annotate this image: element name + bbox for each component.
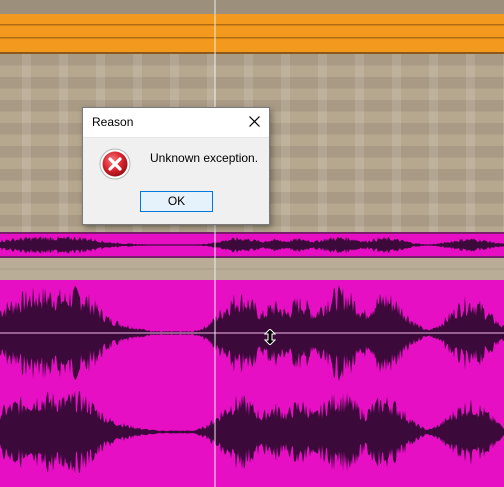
note-lanes[interactable] (0, 14, 504, 54)
error-message: Unknown exception. (150, 151, 259, 165)
arrangement-view (0, 0, 504, 487)
audio-clip-main[interactable] (0, 280, 504, 487)
dialog-title: Reason (92, 115, 134, 129)
close-button[interactable] (239, 108, 269, 137)
error-dialog: Reason Unknown exception. OK (82, 107, 270, 225)
ok-button[interactable]: OK (140, 191, 213, 212)
close-icon (249, 116, 260, 127)
error-icon (99, 148, 131, 180)
dialog-titlebar[interactable]: Reason (83, 108, 269, 138)
audio-clip-thin[interactable] (0, 232, 504, 258)
vertical-resize-cursor-icon (264, 329, 276, 345)
